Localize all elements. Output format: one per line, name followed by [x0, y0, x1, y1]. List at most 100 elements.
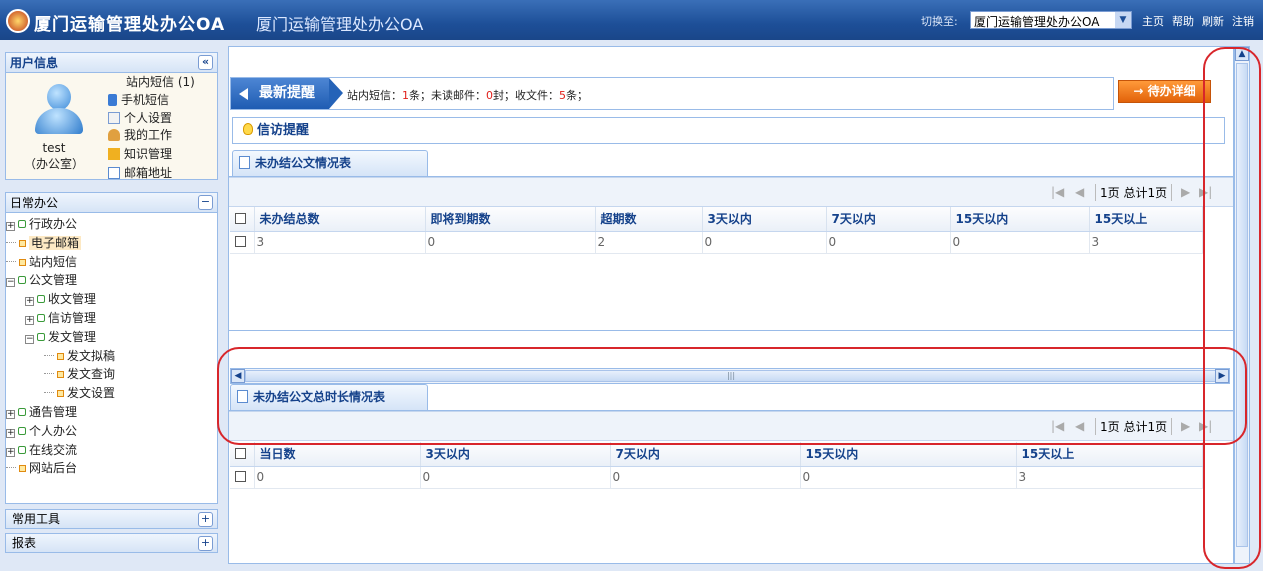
tree-item[interactable]: + 行政办公: [6, 215, 115, 234]
tree-item-label: 发文拟稿: [67, 348, 116, 363]
menu-sms[interactable]: 站内短信 (1): [126, 73, 195, 90]
sms-count[interactable]: 1: [402, 89, 409, 102]
first-page-icon[interactable]: |◀: [1051, 185, 1064, 199]
app-title: 厦门运输管理处办公OA: [34, 15, 226, 35]
top-links: 主页 帮助 刷新 注销: [1142, 13, 1262, 29]
tree-item[interactable]: + 个人办公: [6, 422, 115, 441]
page-icon: [19, 239, 26, 247]
row-checkbox[interactable]: [230, 466, 255, 489]
expand-icon[interactable]: +: [6, 447, 15, 457]
mail-count[interactable]: 0: [486, 89, 493, 102]
tree-item[interactable]: 发文设置: [6, 384, 115, 403]
col-header[interactable]: 3天以内: [702, 207, 827, 232]
table-cell: 3: [1016, 466, 1203, 489]
collapse-icon[interactable]: −: [198, 195, 213, 210]
tree-item[interactable]: − 发文管理: [6, 328, 115, 347]
daily-office-header[interactable]: 日常办公 −: [6, 193, 217, 213]
tree-item[interactable]: + 收文管理: [6, 290, 115, 309]
page-icon: [19, 258, 26, 266]
tree-item-label: 行政办公: [29, 217, 78, 231]
tree-item-label: 在线交流: [29, 442, 78, 457]
col-header[interactable]: 15天以内: [950, 207, 1090, 232]
tab-unfinished-docs[interactable]: 未办结公文情况表: [232, 150, 428, 176]
col-header[interactable]: 7天以内: [826, 207, 951, 232]
document-icon: [239, 156, 250, 169]
expand-icon[interactable]: +: [198, 512, 213, 527]
col-header[interactable]: 15天以上: [1016, 442, 1203, 467]
tree-item[interactable]: 发文拟稿: [6, 347, 115, 366]
select-all-checkbox[interactable]: [230, 442, 255, 467]
collapse-icon[interactable]: −: [25, 334, 34, 344]
tree-item-label: 个人办公: [29, 423, 78, 438]
table-row[interactable]: 3 0 2 0 0 0 3: [230, 231, 1203, 254]
tree-connector: [6, 241, 16, 243]
page-info: 1页 总计1页: [1095, 184, 1173, 201]
menu-my-work[interactable]: 我的工作: [108, 126, 172, 143]
prev-page-icon[interactable]: ◀: [1075, 185, 1084, 199]
refresh-link[interactable]: 刷新: [1202, 15, 1224, 28]
help-link[interactable]: 帮助: [1172, 15, 1194, 28]
table-cell: 0: [950, 231, 1090, 254]
logout-link[interactable]: 注销: [1232, 15, 1254, 28]
menu-settings[interactable]: 个人设置: [108, 109, 172, 126]
menu-mobile-sms[interactable]: 手机短信: [108, 91, 169, 108]
col-header[interactable]: 3天以内: [420, 442, 611, 467]
home-link[interactable]: 主页: [1142, 15, 1164, 28]
col-header[interactable]: 超期数: [595, 207, 703, 232]
tree-item[interactable]: 电子邮箱: [6, 234, 115, 253]
page-icon: [57, 371, 64, 379]
accordion-tools[interactable]: 常用工具 +: [5, 509, 218, 529]
pending-detail-button[interactable]: → 待办详细: [1118, 80, 1211, 103]
chevron-down-icon[interactable]: ▼: [1115, 12, 1131, 28]
menu-mailbox[interactable]: 邮箱地址: [108, 164, 172, 181]
select-all-checkbox[interactable]: [230, 207, 255, 232]
next-page-icon[interactable]: ▶: [1181, 185, 1190, 199]
col-header[interactable]: 未办结总数: [254, 207, 426, 232]
tree-item-label: 发文设置: [67, 386, 116, 401]
folder-icon: [18, 426, 26, 435]
collapse-icon[interactable]: −: [6, 278, 15, 288]
tree-item[interactable]: − 公文管理: [6, 271, 115, 290]
phone-icon: [108, 94, 117, 106]
tree-item[interactable]: 发文查询: [6, 365, 115, 384]
expand-icon[interactable]: +: [6, 428, 15, 438]
collapse-left-icon[interactable]: «: [198, 55, 213, 70]
col-header[interactable]: 15天以内: [800, 442, 1017, 467]
row-checkbox[interactable]: [230, 231, 255, 254]
tree-item[interactable]: 网站后台: [6, 459, 115, 478]
expand-icon[interactable]: +: [6, 222, 15, 231]
table-cell: 0: [826, 231, 951, 254]
col-header[interactable]: 即将到期数: [425, 207, 596, 232]
col-header[interactable]: 15天以上: [1089, 207, 1203, 232]
tree-item[interactable]: 站内短信: [6, 253, 115, 272]
tree-item[interactable]: + 信访管理: [6, 309, 115, 328]
folder-icon: [37, 313, 45, 322]
alert-tag: 最新提醒: [231, 78, 343, 109]
user-dept: （办公室）: [23, 157, 84, 171]
tree-item[interactable]: + 通告管理: [6, 403, 115, 422]
tree-item[interactable]: + 在线交流: [6, 441, 115, 460]
alert-text: 站内短信：1条；未读邮件：0封；收文件：5条；: [347, 89, 588, 102]
menu-knowledge[interactable]: 知识管理: [108, 145, 172, 162]
user-info-header: 用户信息 «: [6, 53, 217, 73]
col-header[interactable]: 当日数: [254, 442, 421, 467]
edit-icon: [108, 112, 120, 124]
folder-icon: [18, 445, 26, 454]
speaker-icon: [239, 88, 248, 100]
accordion-reports[interactable]: 报表 +: [5, 533, 218, 553]
doc-count[interactable]: 5: [559, 89, 566, 102]
expand-icon[interactable]: +: [25, 297, 34, 307]
folder-icon: [18, 407, 26, 416]
expand-icon[interactable]: +: [25, 315, 34, 325]
expand-icon[interactable]: +: [6, 409, 15, 419]
expand-icon[interactable]: +: [198, 536, 213, 551]
col-header[interactable]: 7天以内: [610, 442, 801, 467]
user-info-title: 用户信息: [10, 56, 59, 70]
top-header: 厦门运输管理处办公OA 厦门运输管理处办公OA 切换至: 厦门运输管理处办公OA…: [0, 0, 1263, 40]
system-switch-select[interactable]: 厦门运输管理处办公OA ▼: [970, 11, 1132, 29]
table-row[interactable]: 0 0 0 0 3: [230, 466, 1203, 489]
table-cell: 0: [702, 231, 827, 254]
tree-item-label: 发文管理: [48, 329, 97, 344]
tree-item-label: 电子邮箱: [29, 235, 82, 250]
system-subtitle: 厦门运输管理处办公OA: [256, 15, 424, 34]
